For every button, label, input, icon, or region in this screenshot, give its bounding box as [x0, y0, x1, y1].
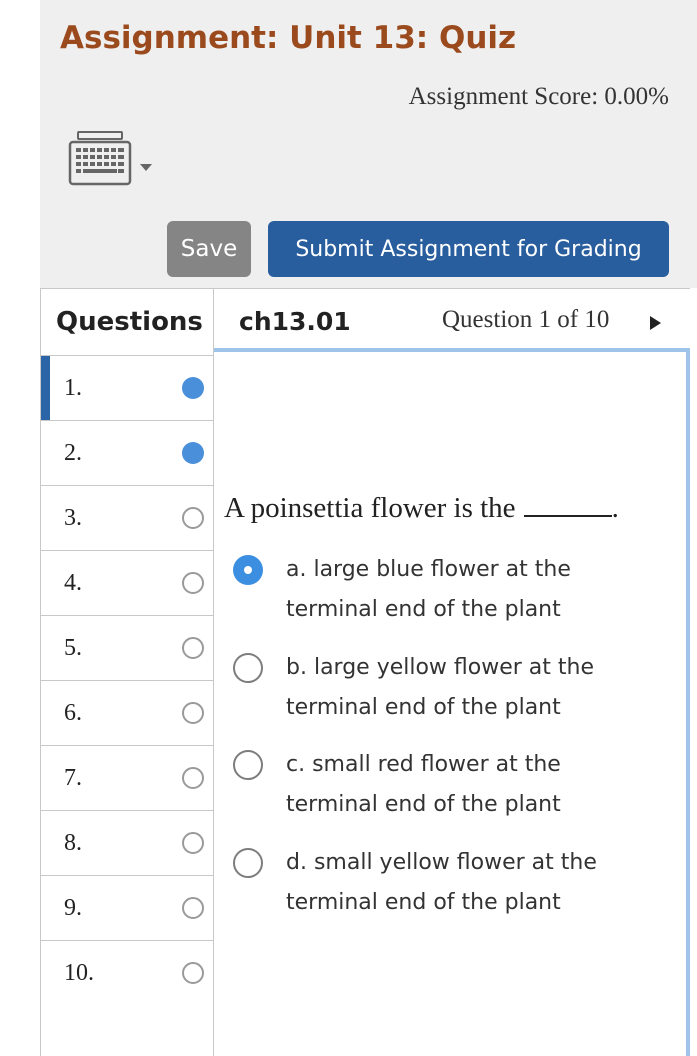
- questions-list: 1. 2. 3. 4. 5. 6. 7. 8. 9. 10.: [41, 355, 213, 1005]
- assignment-score: Assignment Score: 0.00%: [408, 83, 669, 110]
- radio-selected-icon[interactable]: [233, 555, 263, 585]
- question-number: 5.: [64, 635, 82, 661]
- question-number: 2.: [64, 440, 82, 466]
- question-number: 8.: [64, 830, 82, 856]
- sidebar-item-question-9[interactable]: 9.: [41, 875, 213, 940]
- sidebar-item-question-5[interactable]: 5.: [41, 615, 213, 680]
- answer-choice-b[interactable]: b. large yellow flower at the terminal e…: [214, 648, 674, 738]
- keyboard-menu-button[interactable]: [68, 130, 160, 190]
- unanswered-status-icon: [182, 637, 204, 659]
- radio-unselected-icon[interactable]: [233, 848, 263, 878]
- save-button[interactable]: Save: [167, 221, 251, 277]
- unanswered-status-icon: [182, 702, 204, 724]
- question-number: 3.: [64, 505, 82, 531]
- answer-choice-label: a. large blue flower at the terminal end…: [286, 557, 571, 622]
- question-panel: A poinsettia flower is the. a. large blu…: [214, 348, 690, 1056]
- keyboard-icon: [68, 131, 132, 186]
- sidebar-item-question-4[interactable]: 4.: [41, 550, 213, 615]
- answer-choice-label: b. large yellow flower at the terminal e…: [286, 655, 595, 720]
- question-number: 10.: [64, 960, 94, 986]
- radio-unselected-icon[interactable]: [233, 750, 263, 780]
- unanswered-status-icon: [182, 767, 204, 789]
- answer-choice-c[interactable]: c. small red flower at the terminal end …: [214, 745, 674, 835]
- unanswered-status-icon: [182, 832, 204, 854]
- question-position: Question 1 of 10: [442, 306, 610, 333]
- answer-choice-d[interactable]: d. small yellow flower at the terminal e…: [214, 843, 674, 933]
- sidebar-item-question-1[interactable]: 1.: [41, 355, 213, 420]
- answer-choice-label: c. small red flower at the terminal end …: [286, 752, 561, 817]
- sidebar-item-question-10[interactable]: 10.: [41, 940, 213, 1005]
- chevron-down-icon: [140, 164, 152, 171]
- question-number: 1.: [64, 375, 82, 401]
- questions-heading: Questions: [56, 307, 203, 337]
- unanswered-status-icon: [182, 897, 204, 919]
- questions-sidebar: Questions 1. 2. 3. 4. 5. 6. 7. 8. 9. 10.: [40, 288, 214, 1056]
- radio-unselected-icon[interactable]: [233, 653, 263, 683]
- sidebar-item-question-8[interactable]: 8.: [41, 810, 213, 875]
- unanswered-status-icon: [182, 572, 204, 594]
- answer-choice-a[interactable]: a. large blue flower at the terminal end…: [214, 550, 674, 640]
- unanswered-status-icon: [182, 962, 204, 984]
- sidebar-item-question-3[interactable]: 3.: [41, 485, 213, 550]
- question-stem: A poinsettia flower is the.: [224, 492, 619, 525]
- answer-choice-label: d. small yellow flower at the terminal e…: [286, 850, 597, 915]
- question-number: 9.: [64, 895, 82, 921]
- question-number: 4.: [64, 570, 82, 596]
- next-question-icon[interactable]: [650, 316, 661, 330]
- question-stem-text: A poinsettia flower is the: [224, 492, 516, 524]
- question-header: ch13.01 Question 1 of 10: [214, 288, 690, 350]
- unanswered-status-icon: [182, 507, 204, 529]
- answer-blank: [523, 493, 612, 517]
- question-stem-end: .: [611, 492, 619, 524]
- sidebar-item-question-6[interactable]: 6.: [41, 680, 213, 745]
- question-number: 7.: [64, 765, 82, 791]
- sidebar-item-question-2[interactable]: 2.: [41, 420, 213, 485]
- assignment-page: Assignment: Unit 13: Quiz Assignment Sco…: [0, 0, 697, 1056]
- question-code: ch13.01: [239, 307, 351, 336]
- answered-status-icon: [182, 442, 204, 464]
- page-title: Assignment: Unit 13: Quiz: [60, 20, 517, 56]
- submit-assignment-button[interactable]: Submit Assignment for Grading: [268, 221, 669, 277]
- answered-status-icon: [182, 377, 204, 399]
- sidebar-item-question-7[interactable]: 7.: [41, 745, 213, 810]
- question-number: 6.: [64, 700, 82, 726]
